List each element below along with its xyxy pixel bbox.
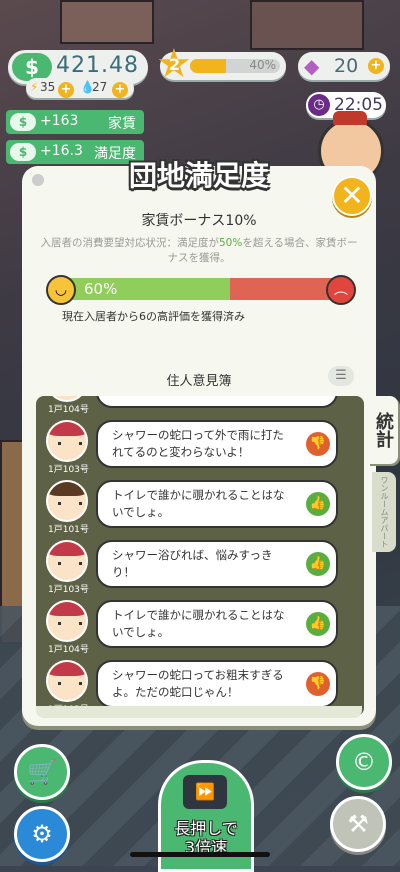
resident-avatar[interactable] bbox=[46, 660, 88, 702]
dollar-icon: $ bbox=[12, 53, 52, 81]
satisfaction-bar: 60% ◡ ︵ bbox=[46, 275, 356, 305]
water-value: 27 bbox=[92, 80, 108, 94]
income-label: 家賃 bbox=[108, 116, 136, 132]
gems-value: 20 bbox=[334, 55, 359, 77]
sub-resources: ⚡ 35 + 💧 27 + bbox=[26, 78, 134, 98]
satisfaction-panel: 団地満足度 ✕ 家賃ボーナス10% 入居者の消費要望対応状況：満足度が50%を超… bbox=[22, 159, 398, 726]
hair bbox=[48, 542, 86, 556]
room-number: 1戸101号 bbox=[48, 525, 89, 535]
thumbs-up-icon: 👍 bbox=[306, 612, 330, 636]
coin-button[interactable]: © bbox=[336, 734, 392, 790]
feedback-bubble: シャワーの蛇口って外で雨に打たれてるのと変わらないよ！ 👎 bbox=[96, 420, 338, 468]
home-indicator bbox=[130, 852, 270, 857]
cart-icon: 🛒 bbox=[27, 758, 57, 786]
list-item: 1戸101号 トイレで誰かに覗かれることはないでしょ。 👍 bbox=[36, 476, 364, 536]
feedback-list[interactable]: 1戸104号👍1戸103号シャワーの蛇口って外で雨に打たれてるのと変わらないよ！… bbox=[36, 396, 364, 716]
thumbs-down-icon: 👎 bbox=[306, 432, 330, 456]
bonus-description: 入居者の消費要望対応状況：満足度が50%を超える場合、家賃ボーナスを獲得。 bbox=[36, 236, 362, 266]
income-rent: $ +163 家賃 bbox=[6, 110, 144, 134]
money-value: 421.48 bbox=[56, 53, 139, 78]
feedback-bubble: トイレで誰かに覗かれることはないでしょ。 👍 bbox=[96, 600, 338, 648]
room-number: 1戸103号 bbox=[48, 585, 89, 595]
clock-icon: ◷ bbox=[308, 94, 330, 116]
building bbox=[60, 0, 154, 44]
desc-text: 入居者の消費要望対応状況：満足度が bbox=[40, 237, 219, 249]
gear-icon: ⚙ bbox=[31, 820, 53, 848]
lightning-icon: ⚡ bbox=[30, 80, 39, 94]
wrench-icon: ⚒ bbox=[347, 810, 369, 838]
resident-avatar[interactable] bbox=[46, 420, 88, 462]
list-item: 1戸103号 シャワー浴びれば、悩みすっきり！ 👍 bbox=[36, 536, 364, 596]
eyes bbox=[58, 502, 82, 505]
feedback-section-title: 住人意見簿 bbox=[166, 374, 232, 389]
thumbs-up-icon: 👍 bbox=[306, 552, 330, 576]
feedback-text: シャワー浴びれば、悩みすっきり！ bbox=[112, 548, 273, 579]
thumbs-up-icon: 👍 bbox=[306, 492, 330, 516]
list-icon: ☰ bbox=[335, 368, 347, 383]
dollar-icon: $ bbox=[10, 113, 36, 131]
desc-highlight: 50% bbox=[218, 237, 243, 249]
coin-icon: © bbox=[352, 748, 376, 776]
settings-button[interactable]: ⚙ bbox=[14, 806, 70, 862]
satisfaction-label: 60% bbox=[84, 280, 118, 298]
room-number: 1戸104号 bbox=[48, 405, 89, 415]
level-display[interactable]: ★ 2 40% bbox=[156, 44, 286, 84]
hair bbox=[48, 422, 86, 436]
eyes bbox=[58, 622, 82, 625]
hair bbox=[48, 602, 86, 616]
level-progress-label: 40% bbox=[249, 58, 276, 72]
rating-status: 現在入居者から6の高評価を獲得済み bbox=[62, 310, 245, 323]
tab-stats[interactable]: 統計 bbox=[368, 396, 398, 464]
feedback-text: シャワーの蛇口ってお粗末すぎるよ。ただの蛇口じゃん！ bbox=[112, 668, 284, 699]
hair bbox=[48, 482, 86, 496]
resident-avatar[interactable] bbox=[46, 480, 88, 522]
thumbs-down-icon: 👎 bbox=[306, 672, 330, 696]
eyes bbox=[58, 682, 82, 685]
gems-display[interactable]: ◆ 20 + bbox=[298, 52, 390, 80]
build-button[interactable]: ⚒ bbox=[330, 796, 386, 852]
shop-button[interactable]: 🛒 bbox=[14, 744, 70, 800]
income-value: +163 bbox=[40, 113, 79, 129]
level-progress-fill bbox=[190, 59, 226, 73]
gem-icon: ◆ bbox=[304, 54, 320, 78]
close-icon: ✕ bbox=[340, 179, 364, 212]
resident-avatar[interactable] bbox=[46, 600, 88, 642]
room-number: 1戸104号 bbox=[48, 645, 89, 655]
list-item: 1戸104号 👍 bbox=[36, 396, 364, 416]
hat-icon bbox=[333, 111, 367, 125]
panel-footer bbox=[36, 706, 362, 718]
list-view-button[interactable]: ☰ bbox=[328, 366, 354, 386]
resident-avatar[interactable] bbox=[46, 540, 88, 582]
room-number: 1戸103号 bbox=[48, 465, 89, 475]
level-number: 2 bbox=[169, 55, 181, 74]
feedback-text: トイレで誰かに覗かれることはないでしょ。 bbox=[112, 608, 285, 639]
happy-face-icon: ◡ bbox=[46, 275, 76, 305]
feedback-bubble: シャワーの蛇口ってお粗末すぎるよ。ただの蛇口じゃん！ 👎 bbox=[96, 660, 338, 708]
satisfaction-fill bbox=[56, 278, 230, 300]
eyes bbox=[58, 562, 82, 565]
rent-bonus-label: 家賃ボーナス10% bbox=[141, 213, 257, 229]
feedback-bubble: トイレで誰かに覗かれることはないでしょ。 👍 bbox=[96, 480, 338, 528]
panel-title: 団地満足度 bbox=[128, 159, 269, 192]
list-item: 1戸103号 シャワーの蛇口って外で雨に打たれてるのと変わらないよ！ 👎 bbox=[36, 416, 364, 476]
building bbox=[250, 0, 364, 50]
feedback-bubble: シャワー浴びれば、悩みすっきり！ 👍 bbox=[96, 540, 338, 588]
speed-label-line1: 長押しで bbox=[174, 819, 238, 838]
hair bbox=[48, 662, 86, 676]
feedback-text: シャワーの蛇口って外で雨に打たれてるのと変わらないよ！ bbox=[112, 428, 284, 459]
eyes bbox=[58, 442, 82, 445]
list-item: 1戸104号 トイレで誰かに覗かれることはないでしょ。 👍 bbox=[36, 596, 364, 656]
angry-face-icon: ︵ bbox=[326, 275, 356, 305]
energy-value: 35 bbox=[40, 80, 56, 94]
feedback-bubble: 👍 bbox=[96, 396, 338, 408]
feedback-text: トイレで誰かに覗かれることはないでしょ。 bbox=[112, 488, 285, 519]
tab-apartment[interactable]: ワンルームアパート bbox=[372, 472, 396, 552]
gems-plus-button[interactable]: + bbox=[368, 58, 384, 74]
tv-fast-forward-icon: ⏩ bbox=[183, 775, 227, 809]
